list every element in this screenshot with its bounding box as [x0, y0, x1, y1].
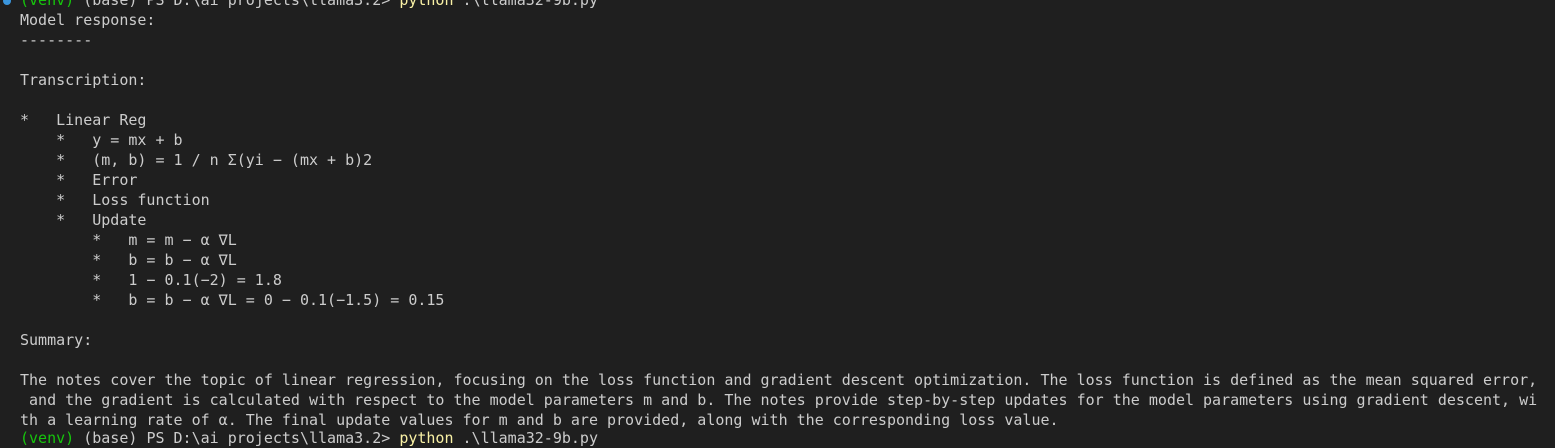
transcription-item: * Update: [20, 211, 147, 229]
transcription-item: * Linear Reg: [20, 111, 147, 129]
output-rule: --------: [20, 31, 93, 49]
prompt-path: PS D:\ai projects\llama3.2>: [146, 429, 391, 447]
output-header: Model response:: [20, 11, 156, 29]
transcription-item: * 1 − 0.1(−2) = 1.8: [20, 271, 282, 289]
conda-base-label: (base): [83, 429, 138, 447]
command-argument: .\llama32-9b.py: [462, 0, 598, 9]
command-text: python: [399, 0, 454, 9]
terminal-window[interactable]: (venv) (base) PS D:\ai projects\llama3.2…: [0, 0, 1555, 447]
conda-base-label: (base): [83, 0, 138, 9]
transcription-item: * Loss function: [20, 191, 210, 209]
transcription-item: * Error: [20, 171, 138, 189]
transcription-label: Transcription:: [20, 71, 147, 89]
transcription-item: * b = b − α ∇L: [20, 251, 237, 269]
prompt-line-bottom: (venv) (base) PS D:\ai projects\llama3.2…: [20, 428, 598, 448]
summary-line: and the gradient is calculated with resp…: [20, 391, 1538, 409]
summary-line: The notes cover the topic of linear regr…: [20, 371, 1538, 389]
summary-label: Summary:: [20, 331, 93, 349]
prompt-path: PS D:\ai projects\llama3.2>: [146, 0, 391, 9]
venv-label: (venv): [20, 429, 75, 447]
transcription-item: * m = m − α ∇L: [20, 231, 237, 249]
command-text: python: [399, 429, 454, 447]
transcription-item: * (m, b) = 1 / n Σ(yi − (mx + b)2: [20, 151, 373, 169]
summary-line: th a learning rate of α. The final updat…: [20, 411, 1059, 429]
command-argument: .\llama32-9b.py: [462, 429, 598, 447]
prompt-status-dot-icon: [3, 0, 11, 5]
venv-label: (venv): [20, 0, 75, 9]
transcription-item: * y = mx + b: [20, 131, 183, 149]
prompt-line-top: (venv) (base) PS D:\ai projects\llama3.2…: [20, 0, 598, 10]
transcription-item: * b = b − α ∇L = 0 − 0.1(−1.5) = 0.15: [20, 291, 445, 309]
